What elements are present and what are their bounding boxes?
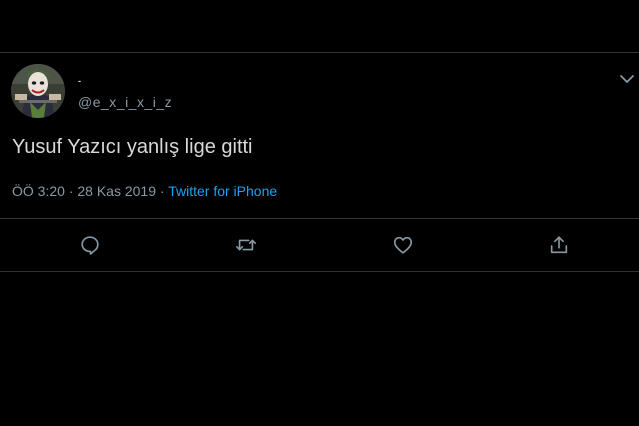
tweet-date[interactable]: 28 Kas 2019 [77,183,156,199]
tweet-text: Yusuf Yazıcı yanlış lige gitti [12,136,253,158]
user-handle[interactable]: @e_x_i_x_i_z [78,93,172,111]
top-divider [0,52,639,53]
retweet-button[interactable] [235,234,257,256]
joker-avatar-image [11,64,65,118]
retweet-icon [236,239,256,251]
like-button[interactable] [392,234,414,256]
display-name[interactable]: - [78,76,81,86]
share-button[interactable] [548,234,570,256]
actions-divider [0,271,639,272]
reply-icon [81,236,99,255]
share-icon [550,236,568,254]
meta-separator: · [159,183,165,199]
tweet-detail: - @e_x_i_x_i_z Yusuf Yazıcı yanlış lige … [0,0,639,426]
avatar[interactable] [11,64,65,118]
tweet-source-link[interactable]: Twitter for iPhone [168,183,277,199]
meta-separator: · [68,183,74,199]
tweet-time[interactable]: ÖÖ 3:20 [12,183,65,199]
heart-icon [393,236,413,254]
chevron-down-icon[interactable] [619,72,635,86]
meta-divider [0,218,639,219]
tweet-meta: ÖÖ 3:20 · 28 Kas 2019 · Twitter for iPho… [12,182,277,200]
reply-button[interactable] [79,234,101,256]
